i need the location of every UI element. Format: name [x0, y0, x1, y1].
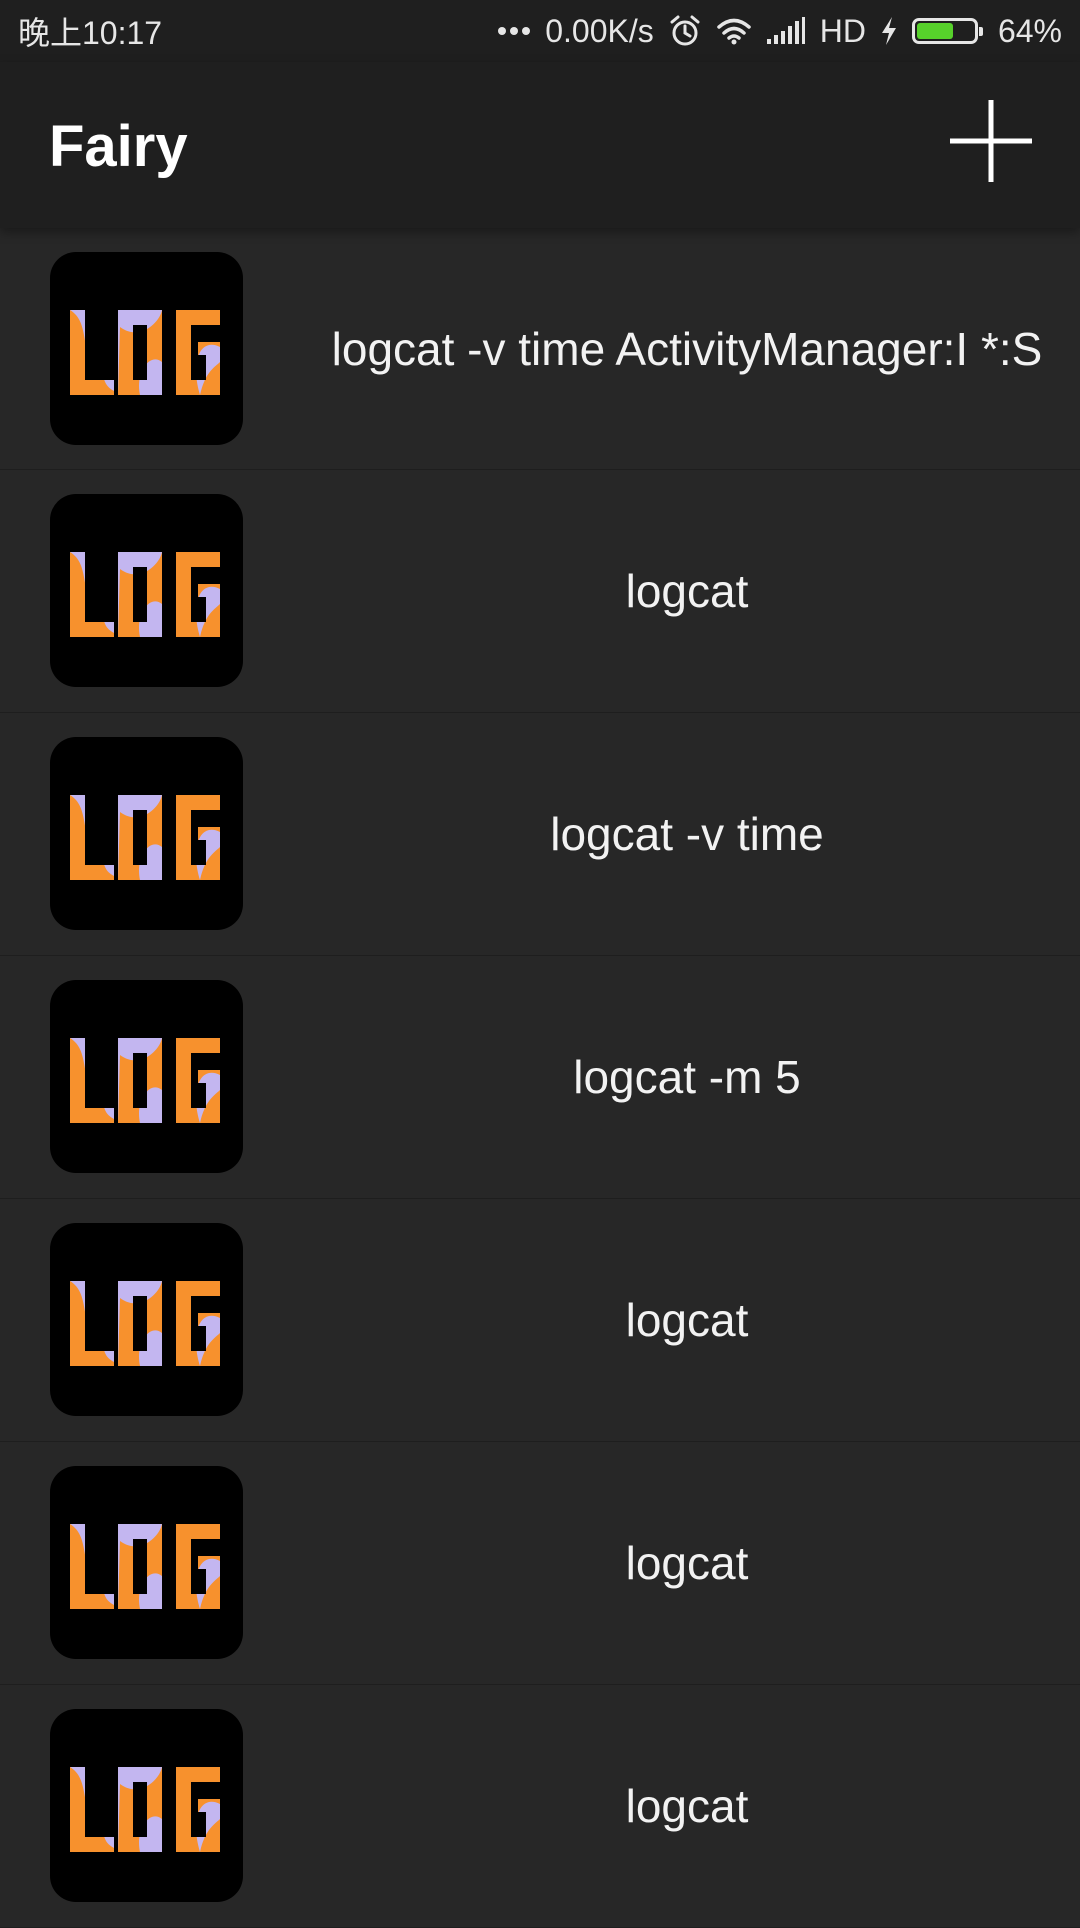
battery-icon [911, 18, 983, 44]
page-title: Fairy [49, 114, 188, 179]
wifi-icon [716, 16, 752, 46]
list-item[interactable]: logcat -v time [0, 713, 1080, 956]
battery-fill [916, 23, 953, 39]
log-icon [50, 252, 243, 445]
list-item[interactable]: logcat [0, 470, 1080, 713]
list-item[interactable]: logcat -v time ActivityManager:I *:S [0, 228, 1080, 470]
app-bar: Fairy [0, 62, 1080, 228]
command-label: logcat -v time [550, 808, 824, 860]
status-bar: 晚上10:17 0.00K/s HD 64% [0, 0, 1080, 62]
log-icon [50, 737, 243, 930]
dots-icon [497, 25, 531, 37]
log-icon [50, 1223, 243, 1416]
command-label: logcat [625, 565, 749, 617]
command-label: logcat [625, 1780, 749, 1832]
list-item[interactable]: logcat [0, 1442, 1080, 1685]
plus-icon [949, 99, 1033, 183]
command-list: logcat -v time ActivityManager:I *:S log… [0, 228, 1080, 1928]
battery-text: 64% [997, 12, 1062, 49]
log-icon [50, 1466, 243, 1659]
add-button[interactable] [949, 99, 1033, 183]
command-label: logcat [625, 1294, 749, 1346]
signal-icon [766, 17, 806, 45]
charging-icon [880, 16, 898, 46]
log-icon [50, 494, 243, 687]
log-icon [50, 1709, 243, 1902]
command-label: logcat [625, 1537, 749, 1589]
list-item[interactable]: logcat [0, 1685, 1080, 1928]
command-label: logcat -v time ActivityManager:I *:S [331, 322, 1043, 375]
list-item[interactable]: logcat [0, 1199, 1080, 1442]
log-icon [50, 980, 243, 1173]
net-speed: 0.00K/s [545, 12, 654, 49]
network-type: HD [819, 12, 866, 49]
command-label: logcat -m 5 [573, 1051, 801, 1103]
alarm-icon [668, 14, 702, 48]
list-item[interactable]: logcat -m 5 [0, 956, 1080, 1199]
status-time: 晚上10:17 [18, 15, 163, 51]
